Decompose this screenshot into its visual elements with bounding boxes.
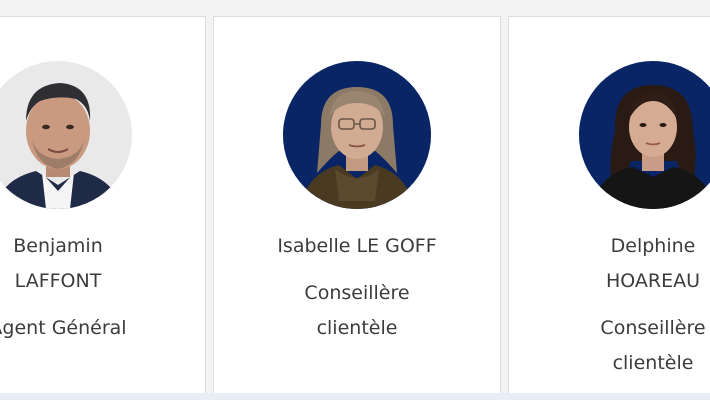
member-role: Conseillère clientèle [509, 311, 710, 381]
member-name: Isabelle LE GOFF [214, 229, 500, 264]
team-member-card: Isabelle LE GOFF Conseillère clientèle [213, 16, 501, 394]
member-last-name: HOAREAU [605, 270, 701, 292]
avatar-photo [283, 61, 431, 209]
member-role-line: Agent Général [0, 317, 127, 339]
member-name: Benjamin LAFFONT [0, 229, 205, 299]
member-role: Agent Général [0, 311, 205, 346]
team-member-card: Benjamin LAFFONT Agent Général [0, 16, 206, 394]
member-role: Conseillère clientèle [214, 276, 500, 346]
team-carousel: Benjamin LAFFONT Agent Général Isabelle … [0, 0, 710, 400]
member-first-name: Benjamin [13, 235, 103, 257]
member-name: Delphine HOAREAU [509, 229, 710, 299]
member-role-line: clientèle [612, 352, 694, 374]
member-full-name: Isabelle LE GOFF [277, 235, 437, 257]
member-role-line: Conseillère [304, 282, 410, 304]
avatar-photo [0, 61, 132, 209]
member-role-line: clientèle [316, 317, 398, 339]
section-bottom-band [0, 393, 710, 400]
team-member-card: Delphine HOAREAU Conseillère clientèle [508, 16, 710, 394]
member-first-name: Delphine [610, 235, 696, 257]
member-last-name: LAFFONT [14, 270, 102, 292]
avatar-photo [579, 61, 710, 209]
member-role-line: Conseillère [600, 317, 706, 339]
